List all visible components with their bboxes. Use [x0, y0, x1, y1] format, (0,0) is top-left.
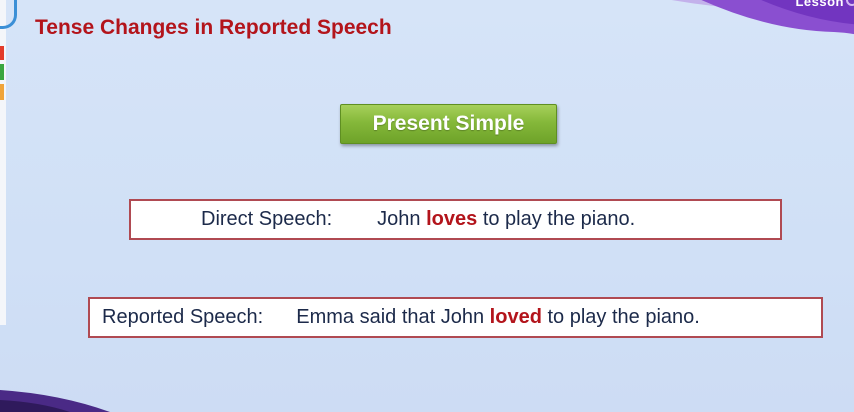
- left-tab-red[interactable]: [0, 46, 4, 60]
- reported-sentence: Emma said that John loved to play the pi…: [296, 306, 700, 329]
- left-sidebar-strip: [0, 0, 17, 325]
- bottom-corner-decoration: [0, 390, 110, 412]
- left-tab-orange[interactable]: [0, 84, 4, 100]
- tense-badge: Present Simple: [340, 104, 557, 144]
- direct-speech-box: Direct Speech: John loves to play the pi…: [129, 199, 782, 240]
- corner-decoration: [671, 0, 854, 35]
- corner-label: Lesson: [795, 0, 844, 9]
- direct-speech-label: Direct Speech:: [201, 208, 333, 230]
- reported-speech-label: Reported Speech:: [102, 306, 264, 328]
- reported-speech-box: Reported Speech: Emma said that John lov…: [88, 297, 823, 338]
- slide-title: Tense Changes in Reported Speech: [35, 16, 392, 39]
- direct-sentence-end: to play the piano.: [477, 208, 636, 230]
- reported-sentence-end: to play the piano.: [541, 306, 700, 328]
- reported-sentence-start: Emma said that John: [296, 306, 490, 328]
- left-tab-green[interactable]: [0, 64, 4, 80]
- direct-sentence-start: John: [377, 208, 427, 230]
- direct-verb: loves: [426, 208, 478, 230]
- direct-sentence: John loves to play the piano.: [377, 208, 635, 231]
- left-curve-decoration: [0, 0, 17, 29]
- slide: Lesson Tense Changes in Reported Speech …: [0, 0, 854, 412]
- reported-verb: loved: [489, 306, 542, 328]
